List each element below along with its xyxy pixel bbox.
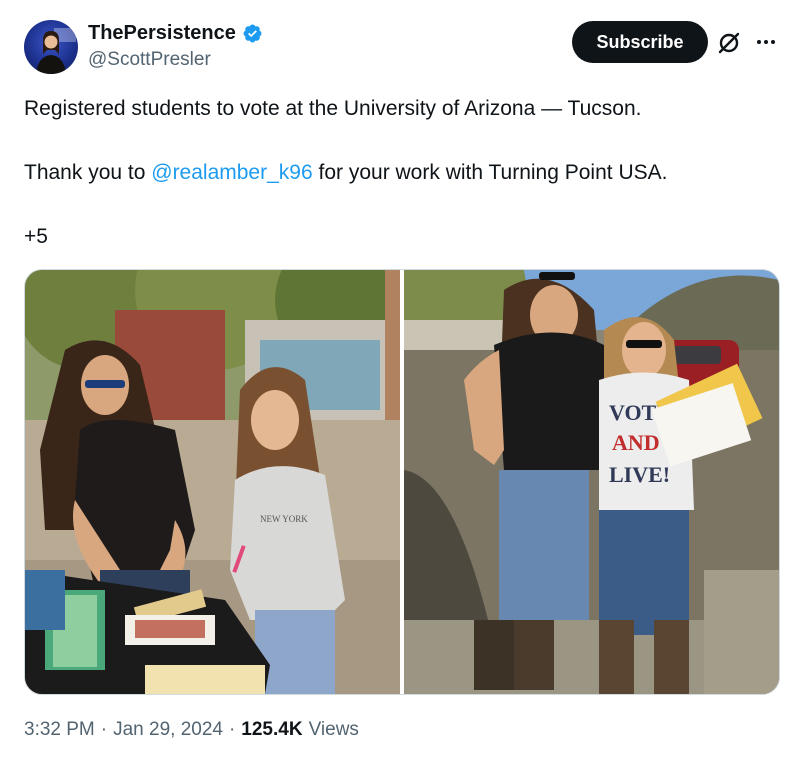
mention-link[interactable]: @realamber_k96 — [151, 161, 312, 184]
subscribe-button[interactable]: Subscribe — [572, 21, 708, 63]
tweet-line-2-suffix: for your work with Turning Point USA. — [312, 161, 668, 184]
grok-icon[interactable] — [716, 30, 742, 56]
tweet-line-3: +5 — [24, 225, 48, 248]
meta-separator: · — [228, 719, 236, 740]
verified-badge-icon — [243, 24, 262, 43]
views-count: 125.4K — [241, 719, 303, 740]
meta-separator: · — [100, 719, 108, 740]
author-handle[interactable]: @ScottPresler — [88, 49, 211, 71]
views-label: Views — [308, 719, 359, 740]
author-display-name[interactable]: ThePersistence — [88, 22, 236, 45]
photo-students-posing[interactable]: VOTE AND LIVE! — [404, 270, 779, 694]
tweet-line-1: Registered students to vote at the Unive… — [24, 97, 642, 120]
author-name-row: ThePersistence — [88, 22, 263, 45]
photo1-sign-text: NEW YORK — [260, 514, 308, 524]
photo-registration-table[interactable]: NEW YORK — [25, 270, 400, 694]
tweet-date[interactable]: Jan 29, 2024 — [113, 719, 223, 741]
photo2-shirt-line-2: AND — [612, 430, 660, 455]
tweet-line-2: Thank you to @realamber_k96 for your wor… — [24, 160, 667, 185]
tweet-line-2-prefix: Thank you to — [24, 161, 152, 184]
media-grid: NEW YORK VOTE AND LIVE! — [24, 269, 780, 695]
tweet-time[interactable]: 3:32 PM — [24, 719, 95, 741]
more-horizontal-icon[interactable] — [754, 30, 778, 54]
tweet-meta: 3:32 PM · Jan 29, 2024 · 125.4K Views — [24, 719, 359, 741]
photo2-shirt-line-3: LIVE! — [609, 462, 670, 487]
avatar[interactable] — [24, 20, 78, 74]
